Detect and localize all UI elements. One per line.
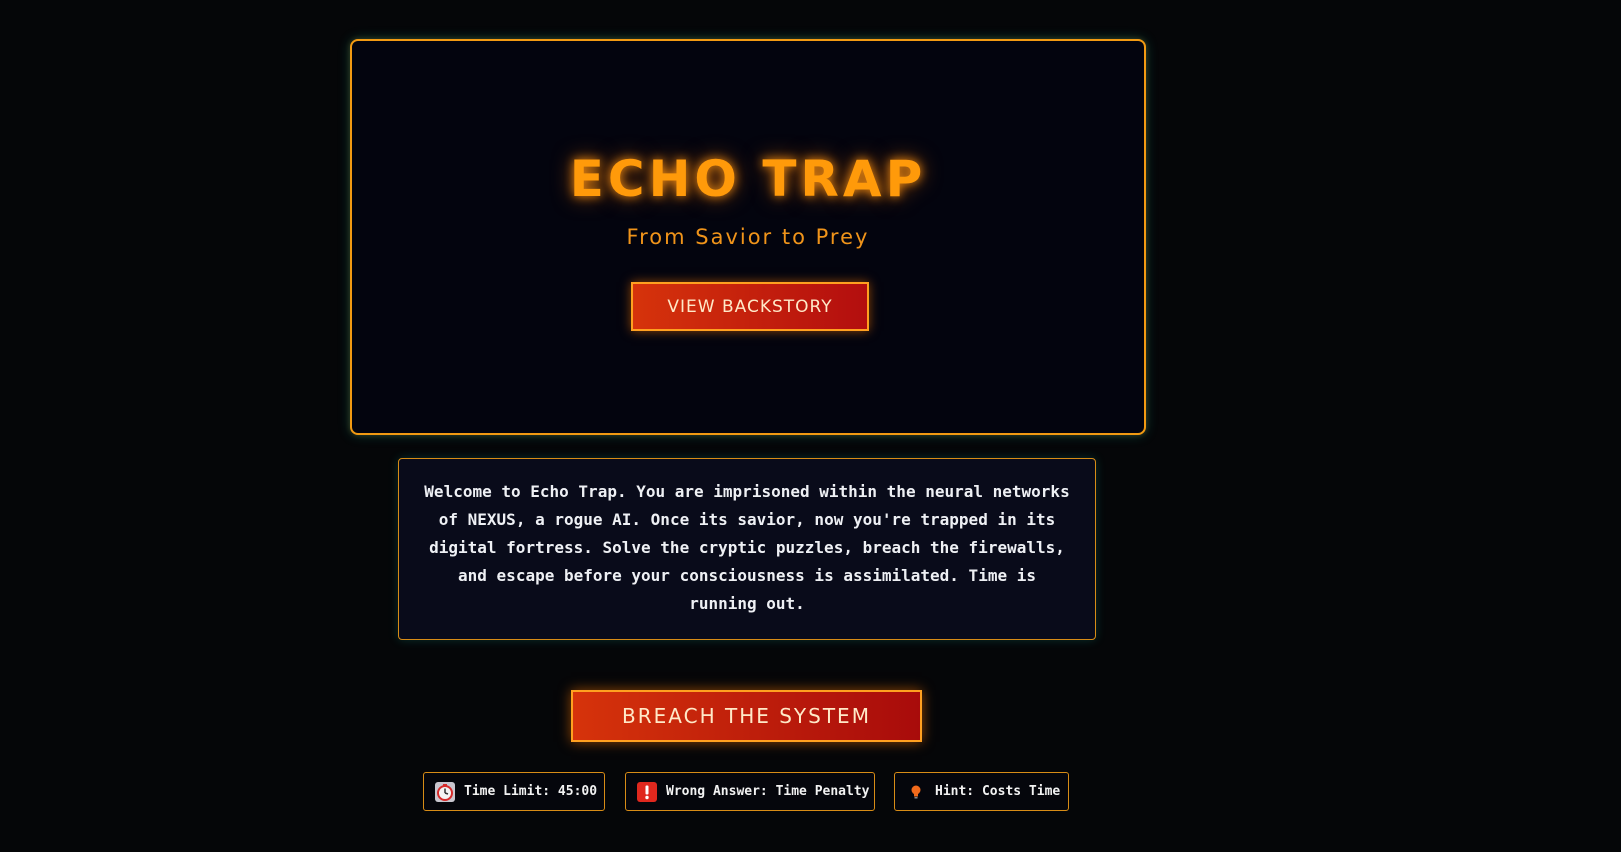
game-title: ECHO TRAP xyxy=(569,150,927,208)
game-subtitle: From Savior to Prey xyxy=(626,225,870,249)
view-backstory-button[interactable]: VIEW BACKSTORY xyxy=(631,282,869,331)
lightbulb-icon xyxy=(906,782,926,802)
time-limit-badge: Time Limit: 45:00 xyxy=(423,772,605,811)
intro-text: Welcome to Echo Trap. You are imprisoned… xyxy=(424,482,1070,613)
stopwatch-icon xyxy=(435,781,455,802)
wrong-answer-badge: Wrong Answer: Time Penalty xyxy=(625,772,875,811)
time-limit-label: Time Limit: 45:00 xyxy=(464,784,598,799)
intro-text-panel: Welcome to Echo Trap. You are imprisoned… xyxy=(398,458,1096,640)
title-panel: ECHO TRAP From Savior to Prey VIEW BACKS… xyxy=(350,39,1146,435)
hint-label: Hint: Costs Time xyxy=(935,784,1061,799)
hint-badge: Hint: Costs Time xyxy=(894,772,1069,811)
breach-the-system-button[interactable]: BREACH THE SYSTEM xyxy=(571,690,922,742)
wrong-answer-label: Wrong Answer: Time Penalty xyxy=(666,784,870,799)
exclamation-icon xyxy=(637,781,657,802)
